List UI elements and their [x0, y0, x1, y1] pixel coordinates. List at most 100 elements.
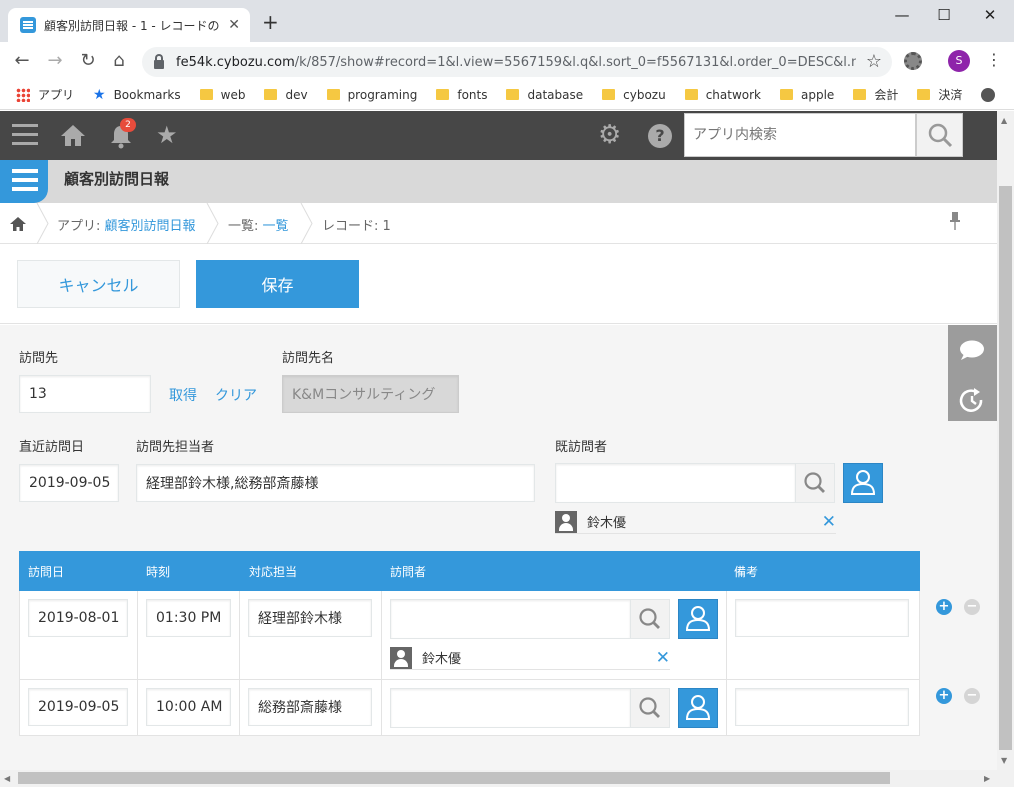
row1-note-input[interactable] — [735, 599, 909, 637]
portal-home-icon[interactable] — [60, 123, 86, 147]
cancel-button[interactable]: キャンセル — [17, 260, 180, 308]
horizontal-scrollbar-thumb[interactable] — [18, 772, 890, 784]
bookmark-bookmarks[interactable]: ★ Bookmarks — [93, 87, 181, 103]
app-search-button[interactable] — [916, 113, 963, 157]
breadcrumb-list-link[interactable]: 一覧 — [263, 219, 289, 234]
bookmark-folder-cybozu[interactable]: cybozu — [602, 88, 666, 102]
row1-visitor-search-input[interactable] — [390, 599, 631, 639]
close-tab-icon[interactable]: ✕ — [228, 17, 240, 33]
folder-icon — [506, 89, 520, 100]
back-icon[interactable]: ← — [12, 51, 32, 71]
bookmark-apps[interactable]: アプリ — [16, 86, 74, 103]
bookmark-star-icon[interactable]: ☆ — [866, 51, 882, 72]
row2-add-row-icon[interactable]: + — [936, 688, 952, 704]
row1-remove-row-icon[interactable]: − — [964, 599, 980, 615]
home-icon[interactable]: ⌂ — [109, 51, 129, 71]
breadcrumb-app[interactable]: アプリ: 顧客別訪問日報 — [57, 215, 196, 234]
scroll-left-icon[interactable]: ◀ — [4, 774, 10, 783]
save-button[interactable]: 保存 — [196, 260, 359, 308]
breadcrumb-separator — [300, 203, 313, 244]
url-input[interactable]: fe54k.cybozu.com/k/857/show#record=1&l.v… — [142, 47, 892, 77]
row2-note-input[interactable] — [735, 688, 909, 726]
maximize-icon[interactable]: ☐ — [934, 6, 954, 24]
scroll-right-icon[interactable]: ▶ — [984, 774, 990, 783]
help-icon[interactable]: ? — [648, 124, 672, 148]
row1-visitor-name: 鈴木優 — [422, 652, 462, 667]
row2-date-input[interactable]: 2019-09-05 — [28, 688, 128, 726]
profile-avatar[interactable]: S — [948, 50, 970, 72]
bookmark-folder-web[interactable]: web — [199, 88, 245, 102]
clear-link[interactable]: クリア — [215, 385, 257, 405]
search-icon — [928, 123, 953, 148]
reload-icon[interactable]: ↻ — [78, 51, 98, 71]
app-search-input[interactable] — [684, 113, 916, 157]
bookmark-folder-payment[interactable]: 決済 — [917, 86, 962, 103]
visit-to-input[interactable]: 13 — [19, 375, 151, 413]
col-visitor: 訪問者 — [390, 565, 427, 579]
scroll-down-icon[interactable]: ▼ — [1001, 756, 1007, 765]
search-icon — [639, 697, 660, 718]
vertical-scrollbar-thumb[interactable] — [999, 186, 1012, 750]
bookmark-folder-fonts[interactable]: fonts — [436, 88, 487, 102]
close-window-icon[interactable]: ✕ — [980, 6, 1000, 24]
minimize-icon[interactable]: — — [892, 6, 912, 24]
breadcrumb-home-icon[interactable] — [10, 217, 26, 231]
new-tab-button[interactable]: + — [262, 12, 279, 32]
folder-icon — [602, 89, 616, 100]
remove-visitor-icon[interactable]: ✕ — [656, 649, 670, 666]
col-visit-date: 訪問日 — [28, 565, 65, 579]
address-bar: ← → ↻ ⌂ fe54k.cybozu.com/k/857/show#reco… — [0, 42, 1014, 80]
settings-gear-icon[interactable]: ⚙ — [598, 122, 621, 148]
row2-contact-input[interactable]: 総務部斎藤様 — [248, 688, 372, 726]
scroll-up-icon[interactable]: ▲ — [1001, 116, 1007, 125]
bookmark-folder-dev[interactable]: dev — [264, 88, 308, 102]
globe-icon[interactable] — [981, 87, 996, 102]
comment-icon[interactable] — [948, 325, 997, 373]
row1-add-row-icon[interactable]: + — [936, 599, 952, 615]
folder-icon — [853, 89, 867, 100]
browser-tab[interactable]: 顧客別訪問日報 - 1 - レコードの詳細 ✕ — [8, 8, 250, 42]
url-host: fe54k.cybozu.com — [176, 54, 295, 70]
bookmark-label: apple — [801, 87, 835, 102]
visitors-search-button[interactable] — [795, 463, 835, 503]
row2-time-input[interactable]: 10:00 AM — [146, 688, 231, 726]
breadcrumb-app-link[interactable]: 顧客別訪問日報 — [105, 219, 196, 234]
row1-time-input[interactable]: 01:30 PM — [146, 599, 231, 637]
fetch-link[interactable]: 取得 — [169, 385, 197, 405]
history-icon[interactable] — [948, 377, 997, 425]
tab-title: 顧客別訪問日報 - 1 - レコードの詳細 — [44, 18, 220, 33]
bookmark-folder-database[interactable]: database — [506, 88, 583, 102]
search-icon — [804, 472, 825, 493]
bookmark-folder-programing[interactable]: programing — [326, 88, 417, 102]
browser-menu-icon[interactable]: ⋮ — [986, 50, 1002, 70]
visitor-name: 鈴木優 — [587, 516, 627, 531]
visitor-chip: 鈴木優 ✕ — [555, 510, 836, 534]
row1-user-select-button[interactable] — [678, 599, 718, 639]
row1-date-input[interactable]: 2019-08-01 — [28, 599, 128, 637]
last-visit-date-input[interactable]: 2019-09-05 — [19, 464, 119, 502]
extension-icon[interactable] — [904, 52, 922, 70]
row1-contact-input[interactable]: 経理部鈴木様 — [248, 599, 372, 637]
menu-icon[interactable] — [12, 124, 38, 146]
bookmark-folder-accounting[interactable]: 会計 — [853, 86, 898, 103]
row1-visitor-search-button[interactable] — [630, 599, 670, 639]
forward-icon[interactable]: → — [45, 51, 65, 71]
visitors-search-input[interactable] — [555, 463, 796, 503]
visitors-user-select-button[interactable] — [843, 463, 883, 503]
bookmark-label: fonts — [457, 87, 488, 102]
breadcrumb-list-prefix: 一覧: — [228, 219, 263, 234]
breadcrumb-list[interactable]: 一覧: 一覧 — [228, 215, 289, 234]
remove-visitor-icon[interactable]: ✕ — [822, 513, 836, 530]
notification-badge: 2 — [120, 118, 136, 132]
pin-icon[interactable] — [950, 212, 960, 230]
bookmark-folder-chatwork[interactable]: chatwork — [684, 88, 761, 102]
favorites-star-icon[interactable]: ★ — [156, 122, 178, 148]
bookmark-label: アプリ — [38, 88, 75, 102]
row2-user-select-button[interactable] — [678, 688, 718, 728]
bookmark-label: Bookmarks — [113, 87, 181, 102]
contact-input[interactable]: 経理部鈴木様,総務部斎藤様 — [136, 464, 535, 502]
row2-visitor-search-button[interactable] — [630, 688, 670, 728]
row2-visitor-search-input[interactable] — [390, 688, 631, 728]
row2-remove-row-icon[interactable]: − — [964, 688, 980, 704]
bookmark-folder-apple[interactable]: apple — [780, 88, 834, 102]
